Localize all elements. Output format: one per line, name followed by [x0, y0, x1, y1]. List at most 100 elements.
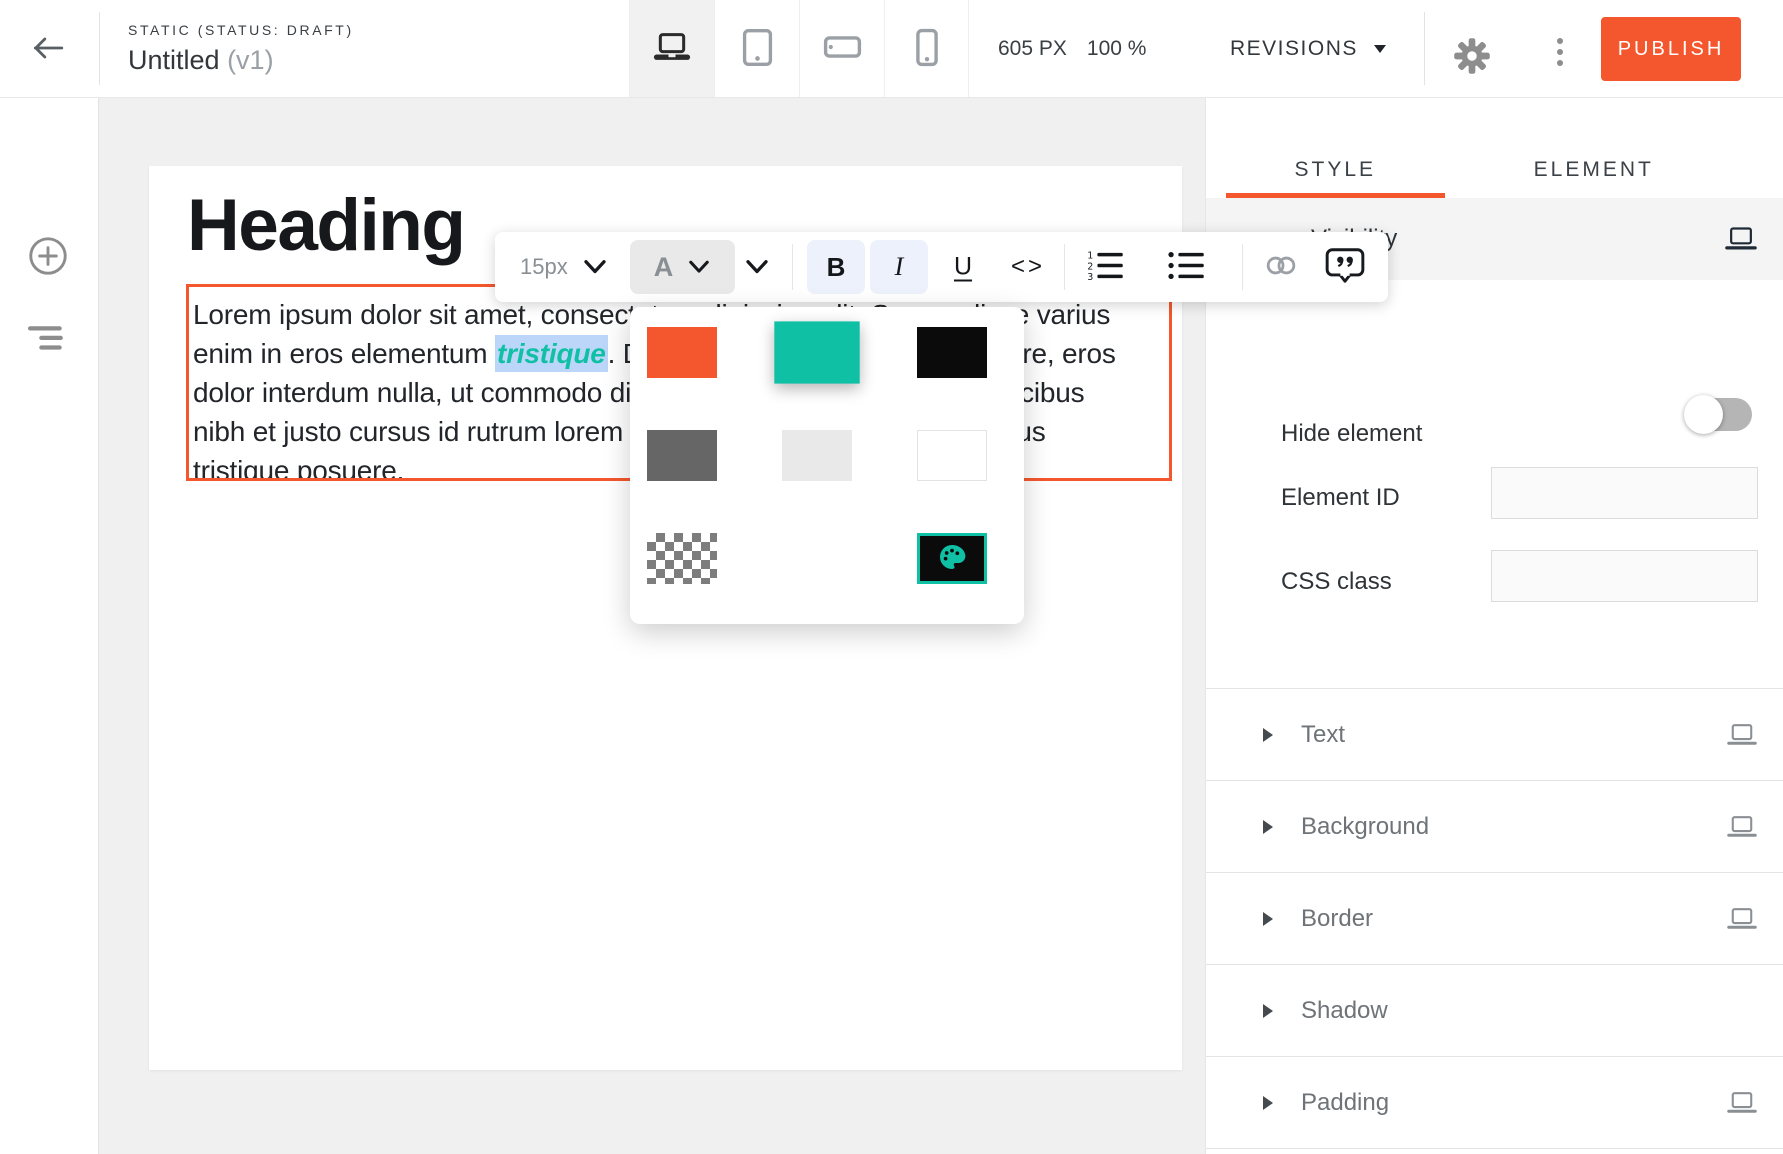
- back-button[interactable]: [28, 33, 68, 65]
- left-rail: [0, 98, 99, 1154]
- font-size-chevron-icon[interactable]: [583, 260, 607, 275]
- panel-section-background[interactable]: Background: [1206, 780, 1783, 872]
- section-label: Border: [1301, 905, 1373, 933]
- canvas-width-value: 605 PX: [998, 37, 1067, 61]
- svg-text:2: 2: [1087, 261, 1093, 272]
- section-label: Text: [1301, 721, 1345, 749]
- svg-text:1: 1: [1087, 250, 1093, 261]
- gear-icon: [1452, 64, 1492, 79]
- font-size-dropdown[interactable]: 15px: [520, 254, 568, 280]
- document-title-block: STATIC (STATUS: DRAFT) Untitled (v1): [128, 22, 354, 76]
- ordered-list-button[interactable]: 123: [1085, 250, 1125, 284]
- device-preview-switcher: [629, 0, 969, 97]
- text-color-a-icon: A: [654, 252, 674, 283]
- black-swatch[interactable]: [917, 327, 987, 378]
- underline-button[interactable]: U: [943, 253, 983, 282]
- text-toolbar: 15px A B I U <> 123: [495, 232, 1388, 302]
- caret-down-icon: [1374, 45, 1386, 53]
- italic-button[interactable]: I: [870, 240, 928, 294]
- code-button[interactable]: <>: [1003, 253, 1053, 281]
- laptop-icon: [651, 31, 693, 67]
- back-arrow-icon: [31, 49, 65, 64]
- hide-element-toggle[interactable]: [1686, 398, 1752, 431]
- more-options-button[interactable]: [1547, 30, 1573, 74]
- text-color-dropdown[interactable]: A: [630, 240, 735, 294]
- publish-button[interactable]: PUBLISH: [1601, 17, 1741, 81]
- version-label: (v1): [227, 45, 274, 75]
- light-gray-swatch[interactable]: [782, 430, 852, 481]
- more-format-chevron-icon[interactable]: [745, 260, 769, 275]
- bold-button[interactable]: B: [807, 240, 865, 294]
- section-label: Shadow: [1301, 997, 1388, 1025]
- link-icon: [1263, 254, 1299, 281]
- topbar-divider: [1424, 12, 1425, 85]
- device-visibility-icon[interactable]: [1725, 226, 1757, 252]
- palette-icon: [936, 541, 968, 576]
- device-visibility-icon[interactable]: [1727, 815, 1757, 839]
- toolbar-divider: [1064, 244, 1065, 290]
- custom-color-palette-swatch[interactable]: [917, 533, 987, 584]
- device-visibility-icon[interactable]: [1727, 723, 1757, 747]
- device-mobile-portrait-button[interactable]: [884, 0, 969, 97]
- device-visibility-icon[interactable]: [1727, 1091, 1757, 1115]
- quote-comment-button[interactable]: [1324, 247, 1366, 288]
- visibility-section-body: Hide element Element ID CSS class: [1206, 280, 1783, 688]
- section-label: Padding: [1301, 1089, 1389, 1117]
- phone-landscape-icon: [823, 35, 862, 62]
- device-desktop-button[interactable]: [629, 0, 714, 97]
- orange-swatch[interactable]: [647, 327, 717, 378]
- dark-gray-swatch[interactable]: [647, 430, 717, 481]
- toolbar-divider: [792, 244, 793, 290]
- bullet-list-icon: [1167, 250, 1205, 284]
- white-swatch[interactable]: [917, 430, 987, 481]
- add-element-button[interactable]: [28, 236, 68, 276]
- device-tablet-button[interactable]: [714, 0, 799, 97]
- hide-element-label: Hide element: [1281, 420, 1422, 448]
- status-label: STATIC (STATUS: DRAFT): [128, 22, 354, 38]
- panel-section-text[interactable]: Text: [1206, 688, 1783, 780]
- device-visibility-icon[interactable]: [1727, 907, 1757, 931]
- tablet-icon: [742, 28, 773, 70]
- canvas-heading[interactable]: Heading: [187, 184, 464, 267]
- topbar: STATIC (STATUS: DRAFT) Untitled (v1): [0, 0, 1783, 98]
- quote-bubble-icon: [1324, 247, 1366, 288]
- revisions-dropdown[interactable]: REVISIONS: [1224, 0, 1392, 97]
- highlighted-word: tristique: [495, 335, 608, 372]
- chevron-right-icon: [1263, 1096, 1273, 1110]
- chevron-right-icon: [1263, 1004, 1273, 1018]
- panel-tabs: STYLE ELEMENT: [1206, 98, 1723, 198]
- svg-text:3: 3: [1087, 272, 1093, 281]
- chevron-down-icon: [687, 260, 711, 275]
- section-label: Background: [1301, 813, 1429, 841]
- transparent-pattern-swatch[interactable]: [647, 533, 717, 584]
- panel-sections: Text Background Border Shadow Padding Margin: [1206, 688, 1783, 1154]
- plus-circle-icon: [28, 264, 68, 279]
- structure-outline-button[interactable]: [28, 324, 64, 352]
- panel-section-border[interactable]: Border: [1206, 872, 1783, 964]
- panel-section-padding[interactable]: Padding: [1206, 1056, 1783, 1148]
- canvas-size-indicator: 605 PX 100 %: [998, 0, 1146, 97]
- element-id-input[interactable]: [1491, 467, 1758, 519]
- link-button[interactable]: [1263, 254, 1299, 281]
- topbar-divider: [99, 12, 100, 85]
- page-title: Untitled (v1): [128, 45, 354, 76]
- tab-style[interactable]: STYLE: [1206, 98, 1465, 198]
- kebab-icon: [1547, 38, 1573, 66]
- zoom-level-value: 100 %: [1087, 37, 1147, 61]
- device-mobile-landscape-button[interactable]: [799, 0, 884, 97]
- toggle-knob: [1684, 395, 1723, 434]
- panel-section-shadow[interactable]: Shadow: [1206, 964, 1783, 1056]
- css-class-label: CSS class: [1281, 568, 1392, 596]
- chevron-right-icon: [1263, 728, 1273, 742]
- ordered-list-icon: 123: [1086, 250, 1124, 284]
- chevron-right-icon: [1263, 820, 1273, 834]
- css-class-input[interactable]: [1491, 550, 1758, 602]
- tab-element[interactable]: ELEMENT: [1465, 98, 1724, 198]
- bullet-list-button[interactable]: [1166, 250, 1206, 284]
- panel-section-margin[interactable]: Margin: [1206, 1148, 1783, 1154]
- empty-swatch-cell: [782, 533, 852, 584]
- phone-portrait-icon: [915, 28, 939, 70]
- teal-swatch[interactable]: [774, 321, 859, 383]
- color-picker-popup: [630, 307, 1024, 624]
- settings-button[interactable]: [1452, 36, 1492, 76]
